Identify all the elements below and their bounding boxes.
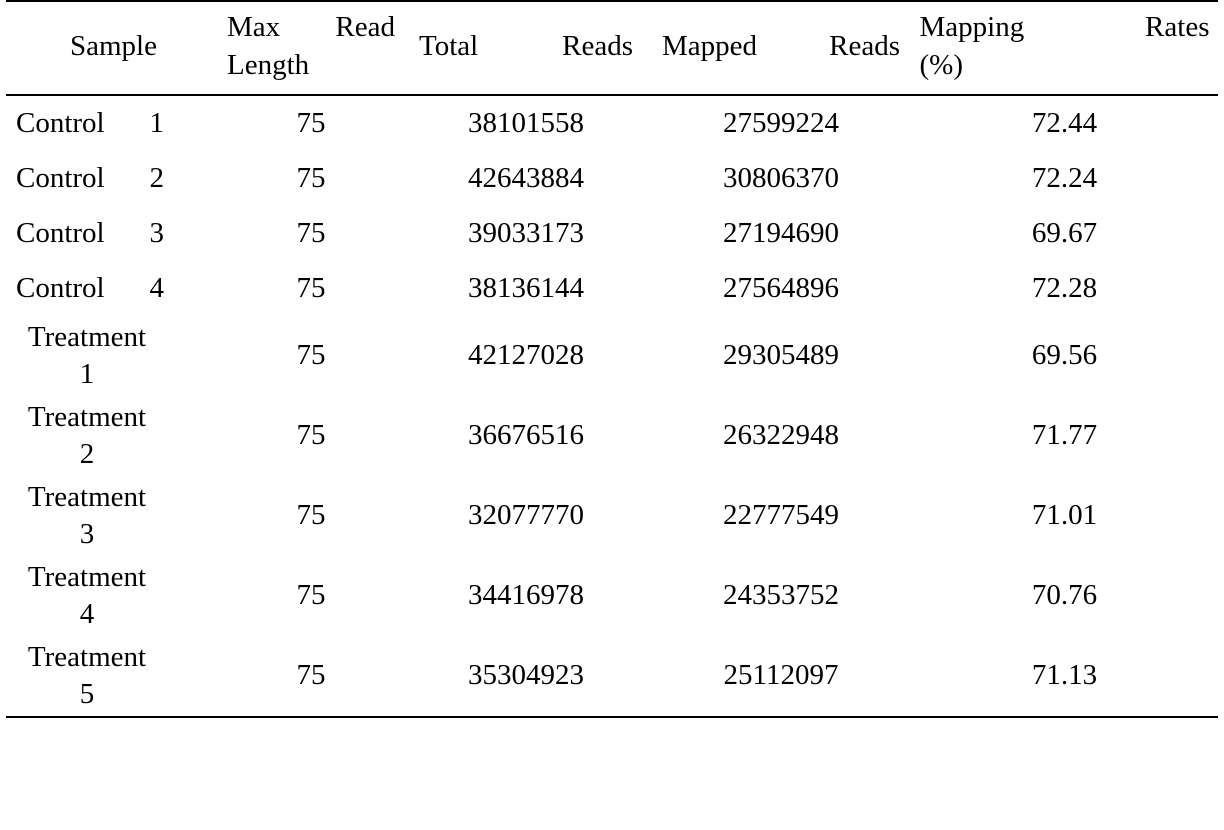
cell-total-reads: 36676516 [468, 419, 584, 452]
column-header-mapped-reads-line1: Mapped Reads [662, 30, 900, 63]
cell-mapped-reads: 27564896 [723, 271, 839, 304]
cell-mapped-reads: 26322948 [723, 419, 839, 452]
header-row: Sample Max Read Length Total Reads Mappe… [6, 0, 1218, 96]
cell-mapping-rate: 72.44 [1031, 106, 1098, 139]
column-header-mapping-rates-line1: Mapping Rates [919, 11, 1210, 44]
cell-mapped-reads: 30806370 [723, 161, 839, 194]
cell-total-reads: 39033173 [468, 216, 584, 249]
cell-sample: Treatment 1 [6, 316, 221, 396]
sample-label-line1: Treatment [27, 320, 147, 353]
table-row: Control 1 75 38101558 27599224 72.44 [6, 95, 1218, 151]
column-header-max-read-length-line2: Length [227, 49, 310, 81]
table-row: Control 2 75 42643884 30806370 72.24 [6, 151, 1218, 206]
sample-label-line2: 1 [79, 358, 95, 390]
table-container: Sample Max Read Length Total Reads Mappe… [0, 0, 1224, 830]
cell-max-read-length: 75 [296, 579, 326, 612]
cell-max-read-length: 75 [296, 271, 326, 304]
sample-label-line1: Treatment [27, 640, 147, 673]
cell-total-reads: 38136144 [468, 271, 584, 304]
sample-label: Treatment 1 [16, 319, 158, 393]
cell-sample: Control 4 [6, 261, 221, 316]
cell-sample: Control 2 [6, 151, 221, 206]
cell-mapped-reads: 29305489 [723, 339, 839, 372]
cell-max-read-length: 75 [296, 419, 326, 452]
cell-mapping-rate: 69.56 [1031, 339, 1098, 372]
column-header-sample-line1: Sample [70, 30, 157, 63]
cell-sample: Treatment 4 [6, 556, 221, 636]
sample-label-line2: 2 [79, 438, 95, 470]
table-row: Treatment 3 75 32077770 22777549 71.01 [6, 476, 1218, 556]
sample-label: Control 4 [16, 271, 164, 304]
sample-label-line1: Treatment [27, 560, 147, 593]
cell-max-read-length: 75 [296, 499, 326, 532]
table-row: Treatment 2 75 36676516 26322948 71.77 [6, 396, 1218, 476]
sample-label: Treatment 4 [16, 559, 158, 633]
column-header-mapped-reads: Mapped Reads [651, 0, 911, 96]
cell-max-read-length: 75 [296, 106, 326, 139]
column-header-max-read-length: Max Read Length [221, 0, 401, 96]
sample-label: Treatment 3 [16, 479, 158, 553]
table-row: Treatment 4 75 34416978 24353752 70.76 [6, 556, 1218, 636]
sample-label-line2: 5 [79, 678, 95, 710]
column-header-max-read-length-line1: Max Read [227, 11, 395, 44]
sample-label: Treatment 2 [16, 399, 158, 473]
cell-sample: Treatment 2 [6, 396, 221, 476]
cell-total-reads: 38101558 [468, 106, 584, 139]
sample-label-line1: Treatment [27, 400, 147, 433]
cell-mapping-rate: 69.67 [1031, 216, 1098, 249]
cell-mapping-rate: 72.28 [1031, 271, 1098, 304]
cell-mapped-reads: 27599224 [723, 106, 839, 139]
cell-total-reads: 42643884 [468, 161, 584, 194]
table-row: Control 3 75 39033173 27194690 69.67 [6, 206, 1218, 261]
cell-mapping-rate: 72.24 [1031, 161, 1098, 194]
column-header-total-reads: Total Reads [401, 0, 651, 96]
sample-label-line2: 4 [79, 598, 95, 630]
sample-label-line1: Treatment [27, 480, 147, 513]
table-row: Treatment 1 75 42127028 29305489 69.56 [6, 316, 1218, 396]
table-header: Sample Max Read Length Total Reads Mappe… [6, 0, 1218, 96]
cell-total-reads: 34416978 [468, 579, 584, 612]
sample-label: Control 1 [16, 106, 164, 139]
cell-max-read-length: 75 [296, 161, 326, 194]
cell-total-reads: 42127028 [468, 339, 584, 372]
cell-sample: Control 1 [6, 95, 221, 151]
cell-sample: Control 3 [6, 206, 221, 261]
cell-mapped-reads: 22777549 [723, 499, 839, 532]
cell-sample: Treatment 3 [6, 476, 221, 556]
column-header-sample: Sample [6, 0, 221, 96]
sample-label: Treatment 5 [16, 639, 158, 713]
sequencing-statistics-table: Sample Max Read Length Total Reads Mappe… [6, 0, 1218, 718]
cell-mapping-rate: 71.13 [911, 636, 1218, 718]
cell-mapped-reads: 24353752 [723, 579, 839, 612]
cell-total-reads: 32077770 [468, 499, 584, 532]
cell-max-read-length: 75 [296, 339, 326, 372]
table-row: Control 4 75 38136144 27564896 72.28 [6, 261, 1218, 316]
table-row: Treatment 5 75 35304923 25112097 71.13 [6, 636, 1218, 718]
column-header-mapping-rates: Mapping Rates (%) [911, 0, 1218, 96]
cell-mapping-rate: 71.77 [1031, 419, 1098, 452]
table-body: Control 1 75 38101558 27599224 72.44 Control … [6, 95, 1218, 718]
column-header-mapping-rates-line2: (%) [919, 49, 963, 81]
cell-sample: Treatment 5 [6, 636, 221, 718]
column-header-total-reads-line1: Total Reads [419, 30, 633, 63]
cell-mapping-rate: 71.01 [1031, 499, 1098, 532]
cell-mapped-reads: 25112097 [651, 636, 911, 718]
sample-label: Control 3 [16, 216, 164, 249]
sample-label-line2: 3 [79, 518, 95, 550]
cell-mapping-rate: 70.76 [1031, 579, 1098, 612]
cell-mapped-reads: 27194690 [723, 216, 839, 249]
sample-label: Control 2 [16, 161, 164, 194]
cell-max-read-length: 75 [221, 636, 401, 718]
cell-total-reads: 35304923 [401, 636, 651, 718]
cell-max-read-length: 75 [296, 216, 326, 249]
